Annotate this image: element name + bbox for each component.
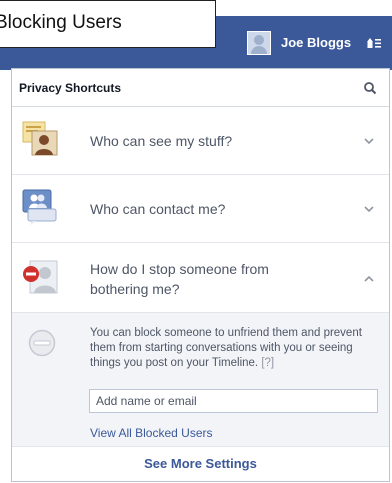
see-more-settings-link[interactable]: See More Settings (12, 447, 389, 483)
callout-label: Blocking Users (0, 0, 216, 48)
shortcut-label: Who can see my stuff? (90, 133, 233, 149)
chevron-down-icon (364, 138, 374, 145)
privacy-shortcuts-panel: Privacy Shortcuts Who can see my stuff? (11, 68, 390, 482)
help-link[interactable]: [?] (261, 357, 274, 369)
view-all-blocked-link[interactable]: View All Blocked Users (90, 426, 213, 440)
callout-text: Blocking Users (0, 12, 122, 33)
photo-person-icon (22, 121, 58, 156)
chevron-down-icon (364, 206, 374, 213)
blocking-description: You can block someone to unfriend them a… (90, 326, 380, 371)
block-user-input[interactable] (89, 389, 378, 413)
avatar[interactable] (247, 31, 271, 55)
shortcut-stop-bothering[interactable]: How do I stop someone from bothering me? (12, 243, 389, 313)
description-text: You can block someone to unfriend them a… (90, 327, 362, 369)
search-icon[interactable] (363, 81, 377, 95)
chevron-up-icon (364, 275, 374, 282)
shortcut-label: Who can contact me? (90, 201, 226, 217)
panel-title: Privacy Shortcuts (19, 81, 122, 95)
block-person-icon (23, 260, 58, 294)
privacy-shortcuts-icon[interactable] (366, 36, 382, 50)
panel-header: Privacy Shortcuts (12, 69, 389, 107)
shortcut-who-can-contact[interactable]: Who can contact me? (12, 175, 389, 243)
shortcut-who-can-see[interactable]: Who can see my stuff? (12, 107, 389, 175)
blocking-section: You can block someone to unfriend them a… (12, 313, 389, 447)
shortcut-label: How do I stop someone from bothering me? (90, 261, 269, 297)
chat-person-icon (22, 189, 57, 225)
block-icon (28, 329, 56, 357)
username-link[interactable]: Joe Bloggs (281, 35, 351, 50)
